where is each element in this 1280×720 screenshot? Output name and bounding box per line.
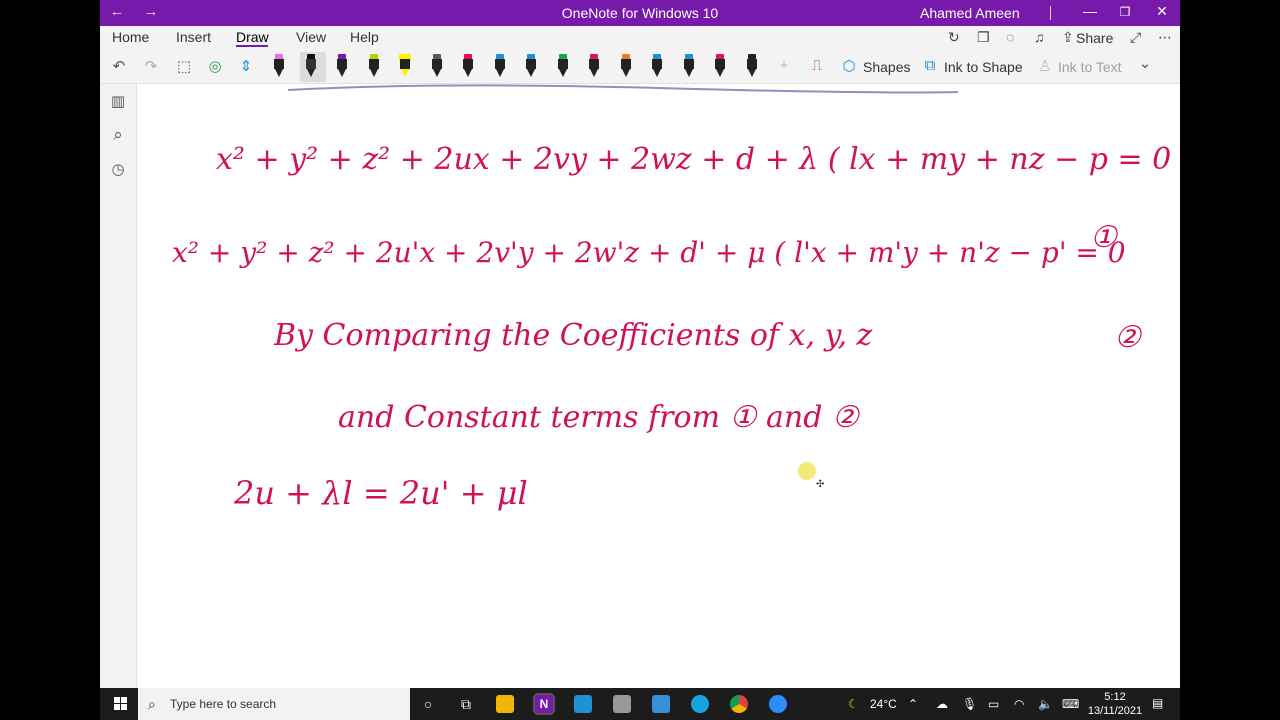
- pen-10[interactable]: [556, 54, 570, 78]
- active-tab-indicator: [236, 45, 268, 47]
- text-line-comparing: By Comparing the Coefficients of x, y, z: [274, 318, 873, 353]
- equation-line-3: 2u + λl = 2u' + μl: [234, 474, 528, 512]
- windows-start-icon[interactable]: [114, 697, 128, 711]
- onenote-window: ← → OneNote for Windows 10 Ahamed Ameen …: [100, 0, 1180, 688]
- file-explorer-icon[interactable]: [496, 695, 514, 713]
- page-view-icon[interactable]: ❐: [977, 29, 990, 46]
- user-name[interactable]: Ahamed Ameen: [920, 5, 1020, 21]
- note-canvas[interactable]: x² + y² + z² + 2ux + 2vy + 2wz + d + λ (…: [138, 84, 1180, 688]
- pen-7[interactable]: [461, 54, 475, 78]
- chrome-browser-icon[interactable]: [730, 695, 748, 713]
- show-hidden-icons-icon[interactable]: ⌃: [908, 697, 918, 711]
- weather-moon-icon[interactable]: ☾: [848, 697, 859, 711]
- task-view-icon[interactable]: ⧉: [457, 695, 475, 713]
- tab-view[interactable]: View: [296, 29, 326, 45]
- draw-toolbar: ↶ ↷ ⬚ ◎ ⇕ + ⎍ ⬡ Shapes ⧉ Ink to Shape ♙ …: [100, 50, 1180, 84]
- cortana-icon[interactable]: ○: [419, 695, 437, 713]
- recent-clock-icon[interactable]: ◷: [108, 160, 128, 178]
- ink-to-shape-button[interactable]: Ink to Shape: [944, 59, 1023, 75]
- equation-label-2: ②: [1114, 320, 1141, 355]
- ink-to-text-icon[interactable]: ♙: [1034, 57, 1056, 75]
- clock-time[interactable]: 5:12: [1100, 691, 1130, 703]
- pen-8[interactable]: [493, 54, 507, 78]
- tab-home[interactable]: Home: [112, 29, 149, 45]
- add-pen-icon[interactable]: +: [773, 57, 795, 74]
- notification-icon[interactable]: ▤: [1152, 696, 1163, 710]
- mail-icon[interactable]: [574, 695, 592, 713]
- redo-icon[interactable]: ↷: [140, 57, 162, 75]
- pen-4[interactable]: [367, 54, 381, 78]
- lasso-select-icon[interactable]: ⬚: [173, 57, 195, 75]
- pen-2[interactable]: [304, 54, 318, 78]
- cloud-icon[interactable]: ☁: [936, 697, 948, 711]
- pen-15[interactable]: [713, 54, 727, 78]
- ink-to-text-button[interactable]: Ink to Text: [1058, 59, 1122, 75]
- tab-draw[interactable]: Draw: [236, 29, 269, 45]
- undo-icon[interactable]: ↶: [108, 57, 130, 75]
- pen-3[interactable]: [335, 54, 349, 78]
- clock-date[interactable]: 13/11/2021: [1082, 705, 1148, 717]
- cursor-icon: ✣: [816, 479, 825, 490]
- keyboard-icon[interactable]: ⌨: [1062, 697, 1079, 711]
- text-line-constant: and Constant terms from ① and ②: [338, 400, 859, 435]
- ruler-icon[interactable]: ⎍: [806, 57, 828, 74]
- tab-help[interactable]: Help: [350, 29, 379, 45]
- left-sidebar: ▥ ⌕ ◷: [100, 84, 137, 688]
- pen-6[interactable]: [430, 54, 444, 78]
- search-placeholder: Type here to search: [170, 697, 277, 711]
- pen-1[interactable]: [272, 54, 286, 78]
- onenote-app-icon[interactable]: N: [533, 693, 555, 715]
- wifi-icon[interactable]: ◠: [1014, 697, 1024, 711]
- close-icon[interactable]: ✕: [1148, 3, 1176, 20]
- windows-taskbar: ⌕ Type here to search ○ ⧉ N ☾ 24°C ⌃ ☁ 🎙…: [100, 688, 1180, 720]
- titlebar-divider: [1050, 6, 1051, 20]
- battery-icon[interactable]: ▭: [988, 697, 999, 711]
- shapes-icon[interactable]: ⬡: [838, 57, 860, 75]
- pen-13[interactable]: [650, 54, 664, 78]
- expand-icon[interactable]: ⤢: [1130, 29, 1141, 46]
- lightbulb-icon[interactable]: ◌: [1006, 29, 1014, 45]
- tab-insert[interactable]: Insert: [176, 29, 211, 45]
- title-bar: ← → OneNote for Windows 10 Ahamed Ameen …: [100, 0, 1180, 26]
- share-icon[interactable]: ⇪: [1062, 29, 1074, 46]
- shapes-button[interactable]: Shapes: [863, 59, 910, 75]
- pen-14[interactable]: [682, 54, 696, 78]
- bell-icon[interactable]: ♫: [1034, 29, 1045, 45]
- pen-11[interactable]: [587, 54, 601, 78]
- pen-12[interactable]: [619, 54, 633, 78]
- zoom-app-icon[interactable]: [769, 695, 787, 713]
- edge-browser-icon[interactable]: [691, 695, 709, 713]
- camera-app-icon[interactable]: [652, 695, 670, 713]
- add-space-icon[interactable]: ⇕: [235, 57, 257, 75]
- share-button[interactable]: Share: [1076, 30, 1113, 46]
- pointer-highlight: [798, 462, 816, 480]
- volume-icon[interactable]: 🔈: [1038, 697, 1053, 711]
- microphone-icon[interactable]: 🎙: [962, 697, 977, 711]
- eraser-icon[interactable]: ◎: [204, 57, 226, 75]
- app-icon[interactable]: [613, 695, 631, 713]
- pen-9[interactable]: [524, 54, 538, 78]
- restore-icon[interactable]: ❐: [1111, 5, 1139, 19]
- temperature-text[interactable]: 24°C: [870, 697, 897, 711]
- ink-to-shape-icon[interactable]: ⧉: [919, 57, 941, 74]
- minimize-icon[interactable]: —: [1076, 3, 1104, 19]
- search-icon: ⌕: [148, 696, 156, 712]
- equation-line-2: x² + y² + z² + 2u'x + 2v'y + 2w'z + d' +…: [172, 236, 1126, 269]
- pen-16[interactable]: [745, 54, 759, 78]
- pen-5[interactable]: [398, 54, 412, 78]
- equation-line-1: x² + y² + z² + 2ux + 2vy + 2wz + d + λ (…: [216, 142, 1172, 177]
- notebooks-icon[interactable]: ▥: [108, 92, 128, 110]
- search-icon[interactable]: ⌕: [108, 125, 128, 145]
- taskbar-search-box[interactable]: ⌕ Type here to search: [138, 688, 410, 720]
- sync-icon[interactable]: ↻: [948, 29, 960, 46]
- chevron-down-icon[interactable]: ⌄: [1134, 54, 1156, 72]
- more-icon[interactable]: ⋯: [1158, 29, 1172, 46]
